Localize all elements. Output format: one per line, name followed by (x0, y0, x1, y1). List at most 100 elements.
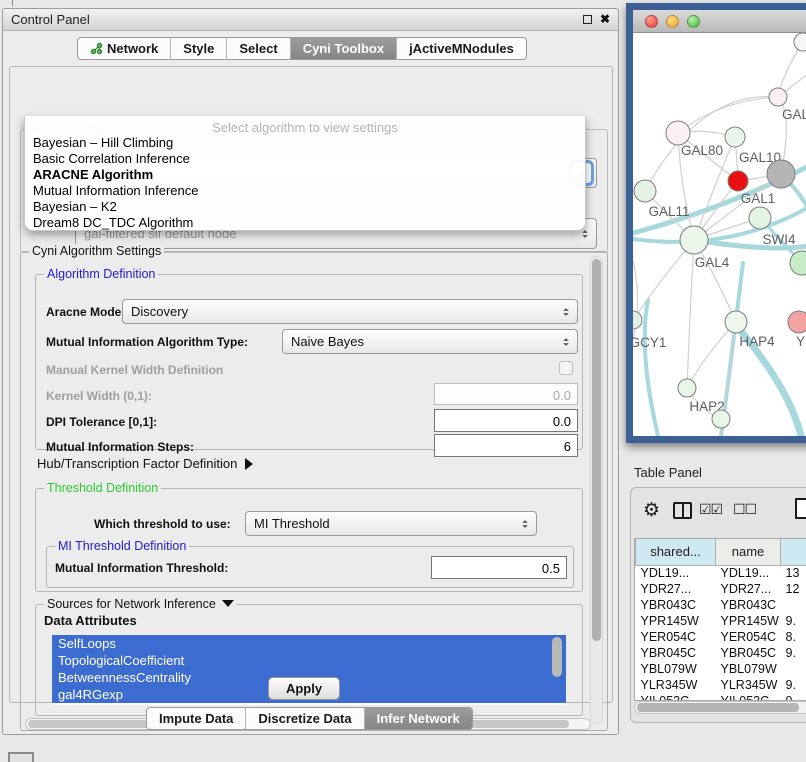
network-node-gal11[interactable] (634, 180, 656, 202)
tab-discretize-data[interactable]: Discretize Data (246, 708, 364, 729)
tab-cyni-toolbox[interactable]: Cyni Toolbox (291, 38, 397, 59)
scrollbar-thumb[interactable] (637, 703, 799, 712)
table-cell[interactable]: YDL19... (716, 565, 781, 581)
table-cell[interactable]: YIL053C (716, 693, 781, 701)
network-node-y[interactable] (788, 311, 806, 333)
window-minimize-icon[interactable] (666, 15, 679, 28)
network-node-hap4[interactable] (725, 311, 747, 333)
tab-select[interactable]: Select (227, 38, 290, 59)
tab-style[interactable]: Style (171, 38, 227, 59)
table-row[interactable]: YBL079WYBL079W (636, 661, 806, 677)
algorithm-option[interactable]: Bayesian – Hill Climbing (25, 135, 585, 151)
collapsed-panel-icon[interactable] (8, 752, 34, 762)
float-panel-icon[interactable] (583, 15, 592, 24)
settings-vertical-scrollbar[interactable] (590, 256, 603, 724)
table-cell[interactable]: 12 (781, 581, 806, 597)
table-cell[interactable]: YBR045C (636, 645, 716, 661)
hub-definition-expander[interactable]: Hub/Transcription Factor Definition (37, 456, 253, 471)
network-edge-strong[interactable] (645, 300, 658, 436)
table-row[interactable]: YBR043CYBR043C (636, 597, 806, 613)
network-edge[interactable] (687, 240, 694, 388)
table-cell[interactable]: 13 (781, 565, 806, 581)
attribute-list-item[interactable]: SelfLoops (52, 635, 566, 652)
table-cell[interactable]: 9. (781, 693, 806, 701)
manual-kernel-checkbox[interactable] (559, 361, 573, 375)
network-node-gal4[interactable] (680, 226, 708, 254)
network-node-gal1[interactable] (728, 171, 748, 191)
table-row[interactable]: YBR045CYBR045C9. (636, 645, 806, 661)
table-row[interactable]: YLR345WYLR345W9. (636, 677, 806, 693)
network-node[interactable] (767, 160, 795, 188)
deselect-all-columns-icon[interactable]: ☐☐ (733, 501, 756, 518)
table-cell[interactable]: YDR27... (716, 581, 781, 597)
which-threshold-combo[interactable]: MI Threshold (245, 511, 537, 536)
table-horizontal-scrollbar[interactable] (634, 701, 806, 714)
window-zoom-icon[interactable] (687, 15, 700, 28)
network-node[interactable] (712, 410, 730, 428)
column-header[interactable] (781, 539, 806, 565)
table-cell[interactable] (781, 597, 806, 613)
table-row[interactable]: YIL053CYIL053C9. (636, 693, 806, 701)
tab-infer-network[interactable]: Infer Network (365, 708, 472, 729)
network-node-hap2[interactable] (678, 379, 696, 397)
table-cell[interactable]: 9. (781, 613, 806, 629)
apply-button[interactable]: Apply (268, 677, 340, 700)
table-header[interactable]: shared...name (636, 539, 806, 565)
aracne-mode-combo[interactable]: Discovery (122, 299, 578, 324)
network-node-swi4[interactable] (749, 207, 771, 229)
algorithm-option[interactable]: Bayesian – K2 (25, 199, 585, 215)
algorithm-option[interactable]: Dream8 DC_TDC Algorithm (25, 215, 585, 231)
table-row[interactable]: YER054CYER054C8. (636, 629, 806, 645)
node-table[interactable]: shared...name YDL19...YDL19...13YDR27...… (634, 538, 806, 701)
close-panel-icon[interactable]: ✖ (600, 15, 610, 24)
table-cell[interactable]: 9. (781, 645, 806, 661)
table-cell[interactable]: YBR043C (716, 597, 781, 613)
mi-steps-input[interactable] (434, 434, 578, 457)
table-cell[interactable]: YIL053C (636, 693, 716, 701)
table-cell[interactable]: YDL19... (636, 565, 716, 581)
attribute-list-item[interactable]: TopologicalCoefficient (52, 652, 566, 669)
column-header[interactable]: shared... (636, 539, 716, 565)
network-edge[interactable] (633, 240, 694, 320)
document-icon[interactable] (795, 498, 806, 519)
table-cell[interactable]: YER054C (716, 629, 781, 645)
select-all-columns-icon[interactable]: ☑☑ (699, 501, 722, 518)
algorithm-option[interactable]: ARACNE Algorithm (25, 167, 585, 183)
network-node-gcy1[interactable] (633, 311, 642, 329)
table-cell[interactable]: 8. (781, 629, 806, 645)
columns-icon[interactable] (673, 502, 692, 519)
kernel-width-input[interactable] (434, 383, 578, 405)
table-cell[interactable]: YBR045C (716, 645, 781, 661)
network-node[interactable] (794, 33, 806, 51)
window-close-icon[interactable] (645, 15, 658, 28)
table-row[interactable]: YDL19...YDL19...13 (636, 565, 806, 581)
network-node-gal80[interactable] (666, 121, 690, 145)
tab-network[interactable]: Network (78, 38, 171, 59)
tab-impute-data[interactable]: Impute Data (147, 708, 246, 729)
column-header[interactable]: name (716, 539, 781, 565)
network-canvas[interactable]: GALGAL80GAL10GAL1GAL11SWI4GAL4GCY1HAP4YH… (633, 33, 806, 436)
table-row[interactable]: YDR27...YDR27...12 (636, 581, 806, 597)
table-cell[interactable]: YLR345W (636, 677, 716, 693)
table-cell[interactable]: YPR145W (716, 613, 781, 629)
network-node-gal[interactable] (769, 88, 787, 106)
table-cell[interactable]: YER054C (636, 629, 716, 645)
algorithm-option[interactable]: Basic Correlation Inference (25, 151, 585, 167)
tab-jactivemnodules[interactable]: jActiveMNodules (397, 38, 526, 59)
attributes-scrollbar-thumb[interactable] (552, 637, 562, 677)
scrollbar-thumb[interactable] (592, 259, 601, 641)
table-cell[interactable]: YDR27... (636, 581, 716, 597)
mi-type-combo[interactable]: Naive Bayes (282, 329, 578, 354)
algorithm-option[interactable]: Mutual Information Inference (25, 183, 585, 199)
table-cell[interactable]: YPR145W (636, 613, 716, 629)
gear-icon[interactable]: ⚙ (643, 499, 660, 522)
table-body[interactable]: YDL19...YDL19...13YDR27...YDR27...12YBR0… (636, 565, 806, 701)
dpi-tolerance-input[interactable] (434, 409, 578, 432)
table-cell[interactable]: YBR043C (636, 597, 716, 613)
table-cell[interactable]: YBL079W (716, 661, 781, 677)
network-node-gal10[interactable] (725, 127, 745, 147)
table-cell[interactable]: YLR345W (716, 677, 781, 693)
table-row[interactable]: YPR145WYPR145W9. (636, 613, 806, 629)
mi-threshold-input[interactable] (431, 556, 567, 579)
table-cell[interactable]: 9. (781, 677, 806, 693)
